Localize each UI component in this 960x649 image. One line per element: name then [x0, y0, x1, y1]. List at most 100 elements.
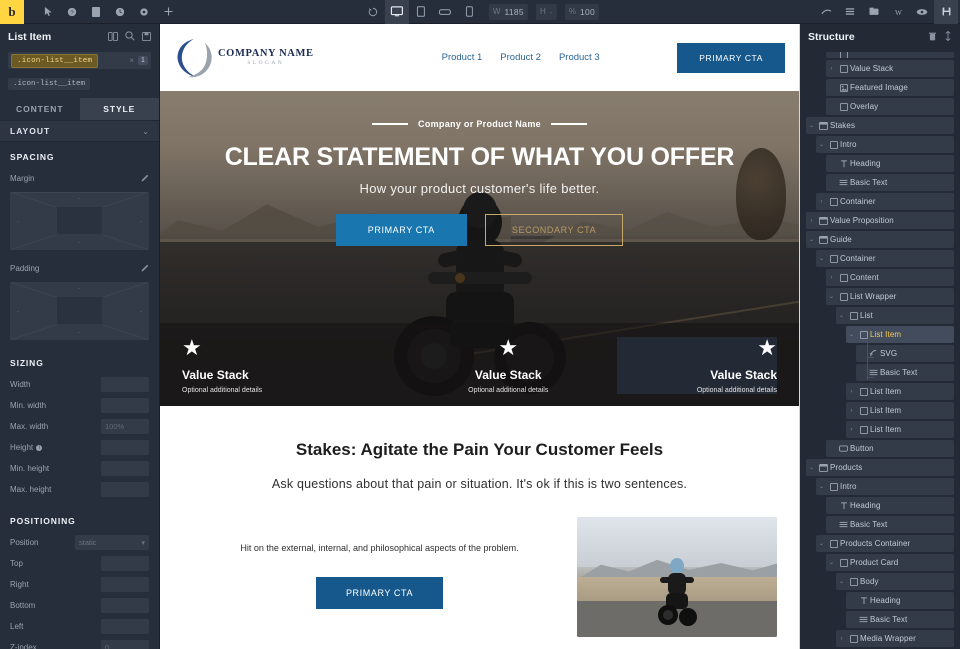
canvas-height-field[interactable]: H -: [535, 3, 557, 20]
z-index-input[interactable]: 0: [101, 640, 149, 649]
edit-pencil-icon[interactable]: [141, 174, 149, 184]
structure-tree[interactable]: › Value Stack Featured Image Overlay ⌄ Stakes…: [800, 50, 960, 649]
help-icon[interactable]: ?: [60, 0, 84, 24]
min-width-input[interactable]: [101, 398, 149, 413]
tree-node-products-container[interactable]: ⌄ Products Container: [816, 535, 954, 552]
tree-node-button[interactable]: Button: [826, 440, 954, 457]
tree-node-media-wrapper[interactable]: › Media Wrapper: [836, 630, 954, 647]
history-icon[interactable]: [108, 0, 132, 24]
tree-node-list-item[interactable]: ⌄ List Item: [846, 326, 954, 343]
value-stack-item[interactable]: ★ Value Stack Optional additional detail…: [617, 337, 777, 394]
brand-logo[interactable]: b: [0, 0, 24, 24]
revisions-icon[interactable]: [361, 0, 385, 24]
tree-node-body[interactable]: ⌄ Body: [836, 573, 954, 590]
info-icon[interactable]: i: [36, 444, 43, 451]
chevron-down-icon[interactable]: ⌄: [816, 483, 827, 490]
chevron-right-icon[interactable]: ›: [806, 218, 817, 224]
cursor-icon[interactable]: [36, 0, 60, 24]
viewport-desktop-icon[interactable]: [384, 0, 409, 24]
wordpress-icon[interactable]: W: [886, 0, 910, 24]
tree-node-value-proposition[interactable]: › Value Proposition: [806, 212, 954, 229]
tree-node-container[interactable]: › Container: [816, 193, 954, 210]
chevron-right-icon[interactable]: ›: [836, 636, 847, 642]
padding-box-model[interactable]: - - - -: [10, 282, 149, 340]
tree-node-basic-text[interactable]: Basic Text: [856, 359, 954, 381]
nav-link-product-3[interactable]: Product 3: [559, 52, 600, 63]
viewport-mobile-landscape-icon[interactable]: [433, 0, 457, 24]
tree-node-intro[interactable]: ⌄ Intro: [816, 136, 954, 153]
width-input[interactable]: [101, 377, 149, 392]
tree-node-featured-image[interactable]: Featured Image: [826, 79, 954, 96]
chevron-right-icon[interactable]: ›: [826, 275, 837, 281]
tree-node-basic-text[interactable]: Basic Text: [846, 611, 954, 628]
save-icon[interactable]: [934, 0, 958, 24]
add-icon[interactable]: [156, 0, 180, 24]
value-stack-item[interactable]: ★ Value Stack Optional additional detail…: [182, 337, 400, 395]
page-canvas[interactable]: COMPANY NAME SLOGAN Product 1 Product 2 …: [160, 24, 800, 649]
chevron-right-icon[interactable]: ›: [846, 408, 857, 414]
edit-pencil-icon[interactable]: [141, 264, 149, 274]
value-stack-item[interactable]: ★ Value Stack Optional additional detail…: [400, 337, 618, 395]
tree-node-svg[interactable]: SVG: [856, 340, 954, 362]
right-input[interactable]: [101, 577, 149, 592]
stakes-section[interactable]: Stakes: Agitate the Pain Your Customer F…: [160, 406, 799, 637]
settings-icon[interactable]: [132, 0, 156, 24]
chevron-down-icon[interactable]: ⌄: [816, 141, 827, 148]
section-layout[interactable]: LAYOUT ⌄: [0, 120, 159, 142]
tree-node-heading[interactable]: Heading: [846, 592, 954, 609]
trash-icon[interactable]: [929, 28, 936, 46]
left-input[interactable]: [101, 619, 149, 634]
tree-node-basic-text[interactable]: Basic Text: [826, 174, 954, 191]
margin-box-model[interactable]: - - - -: [10, 192, 149, 250]
chevron-down-icon[interactable]: ⌄: [836, 312, 847, 319]
max-width-input[interactable]: 100%: [101, 419, 149, 434]
top-input[interactable]: [101, 556, 149, 571]
tree-node-list-item[interactable]: › List Item: [846, 421, 954, 438]
tree-node-container[interactable]: ⌄ Container: [816, 250, 954, 267]
undo-icon[interactable]: [814, 0, 838, 24]
list-icon[interactable]: [838, 0, 862, 24]
chevron-down-icon[interactable]: ⌄: [816, 540, 827, 547]
chevron-right-icon[interactable]: ›: [846, 427, 857, 433]
hero-secondary-cta-button[interactable]: SECONDARY CTA: [484, 214, 624, 246]
chevron-down-icon[interactable]: ⌄: [816, 255, 827, 262]
header-cta-button[interactable]: PRIMARY CTA: [677, 42, 785, 73]
chevron-down-icon[interactable]: ⌄: [806, 236, 817, 243]
viewport-mobile-portrait-icon[interactable]: [457, 0, 481, 24]
canvas-zoom-field[interactable]: % 100: [564, 3, 600, 20]
chevron-down-icon[interactable]: ⌄: [826, 293, 837, 300]
chevron-down-icon[interactable]: ⌄: [846, 331, 857, 338]
selector-remove-button[interactable]: ×: [129, 56, 134, 65]
sub-selector-chip[interactable]: .icon-list__item: [8, 78, 91, 90]
tree-node-intro[interactable]: ⌄ Intro: [816, 478, 954, 495]
tree-node-list-wrapper[interactable]: ⌄ List Wrapper: [826, 288, 954, 305]
chevron-down-icon[interactable]: ⌄: [826, 559, 837, 566]
site-logo[interactable]: COMPANY NAME SLOGAN: [174, 36, 364, 80]
bottom-input[interactable]: [101, 598, 149, 613]
tree-node-heading[interactable]: Heading: [826, 155, 954, 172]
hero-section[interactable]: Company or Product Name CLEAR STATEMENT …: [160, 91, 799, 406]
chevron-right-icon[interactable]: ›: [826, 66, 837, 72]
position-select[interactable]: static ▾: [75, 535, 149, 550]
stakes-cta-button[interactable]: PRIMARY CTA: [315, 577, 444, 609]
chevron-right-icon[interactable]: ›: [816, 199, 827, 205]
tree-node-overlay[interactable]: Overlay: [826, 98, 954, 115]
chevron-down-icon[interactable]: ⌄: [806, 122, 817, 129]
collapse-icon[interactable]: [944, 28, 952, 46]
tree-node-partial[interactable]: [826, 52, 954, 58]
pages-icon[interactable]: [862, 0, 886, 24]
canvas-width-field[interactable]: W 1185: [488, 3, 528, 20]
tree-node-products[interactable]: ⌄ Products: [806, 459, 954, 476]
save-icon[interactable]: [142, 28, 151, 46]
tree-node-basic-text[interactable]: Basic Text: [826, 516, 954, 533]
selector-bar[interactable]: .icon-list__item × 1: [8, 52, 151, 69]
tab-content[interactable]: CONTENT: [0, 98, 80, 120]
chevron-down-icon[interactable]: ⌄: [806, 464, 817, 471]
tree-node-guide[interactable]: ⌄ Guide: [806, 231, 954, 248]
selector-chip[interactable]: .icon-list__item: [11, 53, 99, 68]
tab-style[interactable]: STYLE: [79, 98, 159, 120]
tree-node-heading[interactable]: Heading: [826, 497, 954, 514]
tree-node-value-stack[interactable]: › Value Stack: [826, 60, 954, 77]
tree-node-list-item[interactable]: › List Item: [846, 402, 954, 419]
viewport-tablet-portrait-icon[interactable]: [409, 0, 433, 24]
